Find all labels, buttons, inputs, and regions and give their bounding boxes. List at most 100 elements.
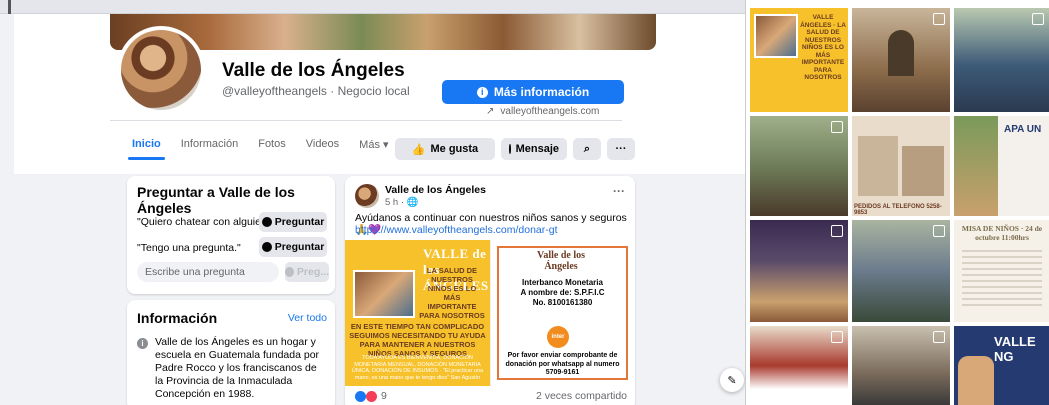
about-card: Información Ver todo i Valle de los Ánge… xyxy=(127,300,335,405)
website-link[interactable]: ↗ valleyoftheangels.com xyxy=(486,106,599,117)
tile-photo xyxy=(958,356,994,405)
post-card: Valle de los Ángeles 5 h · 🌐 ··· Ayúdano… xyxy=(345,176,635,405)
tile-text: MISA DE NIÑOS · 24 de octubre 11:00hrs xyxy=(961,224,1043,242)
select-checkbox[interactable] xyxy=(933,13,945,25)
tile-text: VALLE NG xyxy=(994,334,1036,364)
question-input[interactable]: Escribe una pregunta xyxy=(137,262,279,282)
post-author[interactable]: Valle de los Ángeles xyxy=(385,184,486,196)
photo-tile[interactable] xyxy=(852,8,950,112)
search-button[interactable]: ⌕ xyxy=(573,138,601,160)
messenger-icon xyxy=(261,217,272,227)
post-timestamp[interactable]: 5 h · 🌐 xyxy=(385,197,418,208)
bank-name: Interbanco Monetaria xyxy=(522,278,603,287)
flyer-logo: Valle de los Ángeles xyxy=(537,250,585,272)
flyer-photo xyxy=(353,270,415,318)
select-checkbox[interactable] xyxy=(1032,13,1044,25)
website-text: valleyoftheangels.com xyxy=(500,106,600,117)
post-link[interactable]: https://www.valleyoftheangels.com/donar-… xyxy=(355,224,558,236)
flyer-fineprint: TODA AYUDA ES BIENVENIDA, DONACIÓN MONET… xyxy=(351,355,484,381)
photo-grid: VALLE ÁNGELES · LA SALUD DE NUESTROS NIÑ… xyxy=(748,0,1049,405)
profile-avatar[interactable] xyxy=(117,26,205,114)
photo-tile[interactable]: VALLE ÁNGELES · LA SALUD DE NUESTROS NIÑ… xyxy=(750,8,848,112)
ask-card: Preguntar a Valle de los Ángeles "Quiero… xyxy=(127,176,335,294)
post-image-left[interactable]: VALLE de los ÁNGELES LA SALUD DE NUESTRO… xyxy=(345,240,490,386)
share-count[interactable]: 2 veces compartido xyxy=(536,390,627,402)
photo-tile[interactable]: VALLE NG xyxy=(954,326,1049,405)
like-reaction-icon xyxy=(355,390,366,402)
post-author-avatar[interactable] xyxy=(355,184,379,208)
photo-tile[interactable] xyxy=(750,326,848,405)
more-options-button[interactable]: ··· xyxy=(607,138,635,160)
reaction-count: 9 xyxy=(381,390,387,402)
account-name: A nombre de: S.P.F.I.C xyxy=(520,288,605,297)
header-divider xyxy=(110,120,622,121)
page-action-buttons: 👍 Me gusta Mensaje ⌕ ··· xyxy=(395,138,635,160)
post-image-right[interactable]: Valle de los Ángeles Interbanco Monetari… xyxy=(490,240,635,386)
photo-tile[interactable]: PEDIDOS AL TELEFONO 5258-9853 xyxy=(852,116,950,216)
tab-informacion[interactable]: Información xyxy=(171,130,248,158)
tab-fotos[interactable]: Fotos xyxy=(248,130,296,158)
photo-tile[interactable] xyxy=(852,326,950,405)
photo-tile[interactable]: APA UN xyxy=(954,116,1049,216)
bank-logo-icon: inter xyxy=(547,326,569,348)
message-label: Mensaje xyxy=(515,143,559,155)
photo-tile[interactable] xyxy=(750,220,848,322)
tile-text: APA UN xyxy=(1004,124,1042,135)
tab-inicio[interactable]: Inicio xyxy=(122,130,171,160)
messenger-icon xyxy=(285,267,294,277)
tab-videos[interactable]: Videos xyxy=(296,130,349,158)
tile-photo xyxy=(754,14,798,58)
like-button[interactable]: 👍 Me gusta xyxy=(395,138,495,160)
flyer-body: EN ESTE TIEMPO TAN COMPLICADO SEGUIMOS N… xyxy=(349,322,486,358)
about-title: Información xyxy=(137,310,218,326)
select-checkbox[interactable] xyxy=(831,331,843,343)
window-edge xyxy=(8,0,11,14)
flyer-headline: LA SALUD DE NUESTROS NIÑOS ES LO MÁS IMP… xyxy=(419,266,485,320)
photo-tile[interactable]: MISA DE NIÑOS · 24 de octubre 11:00hrs xyxy=(954,220,1049,322)
messenger-icon xyxy=(509,144,511,154)
ask-button-1[interactable]: Preguntar xyxy=(259,212,327,232)
search-icon: ⌕ xyxy=(583,142,591,155)
bank-details: Interbanco Monetaria A nombre de: S.P.F.… xyxy=(501,278,624,308)
quick-question-2: "Tengo una pregunta." xyxy=(137,242,241,254)
page-title: Valle de los Ángeles xyxy=(222,60,405,81)
messenger-icon xyxy=(261,242,272,252)
tile-text-lines xyxy=(962,250,1042,310)
select-checkbox[interactable] xyxy=(831,225,843,237)
tile-text: VALLE ÁNGELES · LA SALUD DE NUESTROS NIÑ… xyxy=(800,14,846,81)
reactions[interactable]: 9 xyxy=(355,390,387,402)
ask-send-label: Preg... xyxy=(296,266,329,278)
post-footer: 9 2 veces compartido xyxy=(355,390,627,402)
tile-photo xyxy=(954,116,998,216)
flyer-footer: Por favor enviar comprobante de donación… xyxy=(505,352,620,376)
photo-tile[interactable] xyxy=(750,116,848,216)
ask-send-button[interactable]: Preg... xyxy=(285,262,329,282)
tile-photo xyxy=(902,146,944,196)
info-icon: i xyxy=(476,86,488,98)
more-info-button[interactable]: i Más información xyxy=(442,80,624,104)
compose-icon[interactable]: ✎ xyxy=(720,368,744,392)
ask-button-2[interactable]: Preguntar xyxy=(259,237,327,257)
select-checkbox[interactable] xyxy=(933,331,945,343)
message-button[interactable]: Mensaje xyxy=(501,138,567,160)
ask-button-label: Preguntar xyxy=(274,241,325,253)
page-handle: @valleyoftheangels · Negocio local xyxy=(222,84,410,98)
tile-photo xyxy=(858,136,898,196)
account-number: No. 8100161380 xyxy=(532,298,593,307)
photo-tile[interactable] xyxy=(852,220,950,322)
photo-tile[interactable] xyxy=(954,8,1049,112)
like-label: Me gusta xyxy=(430,143,479,155)
select-checkbox[interactable] xyxy=(933,225,945,237)
quick-question-1: "Quiero chatear con alguien." xyxy=(137,216,274,228)
more-info-label: Más información xyxy=(493,85,590,99)
tile-text: PEDIDOS AL TELEFONO 5258-9853 xyxy=(854,204,942,216)
ask-button-label: Preguntar xyxy=(274,216,325,228)
see-all-link[interactable]: Ver todo xyxy=(288,312,327,324)
info-icon: i xyxy=(137,338,148,349)
tab-mas[interactable]: Más ▾ xyxy=(349,130,398,158)
page-tabs: Inicio Información Fotos Videos Más ▾ xyxy=(122,130,399,160)
tile-photo xyxy=(888,30,914,76)
select-checkbox[interactable] xyxy=(831,121,843,133)
browser-top-strip xyxy=(0,0,745,14)
post-options-icon[interactable]: ··· xyxy=(613,184,625,198)
